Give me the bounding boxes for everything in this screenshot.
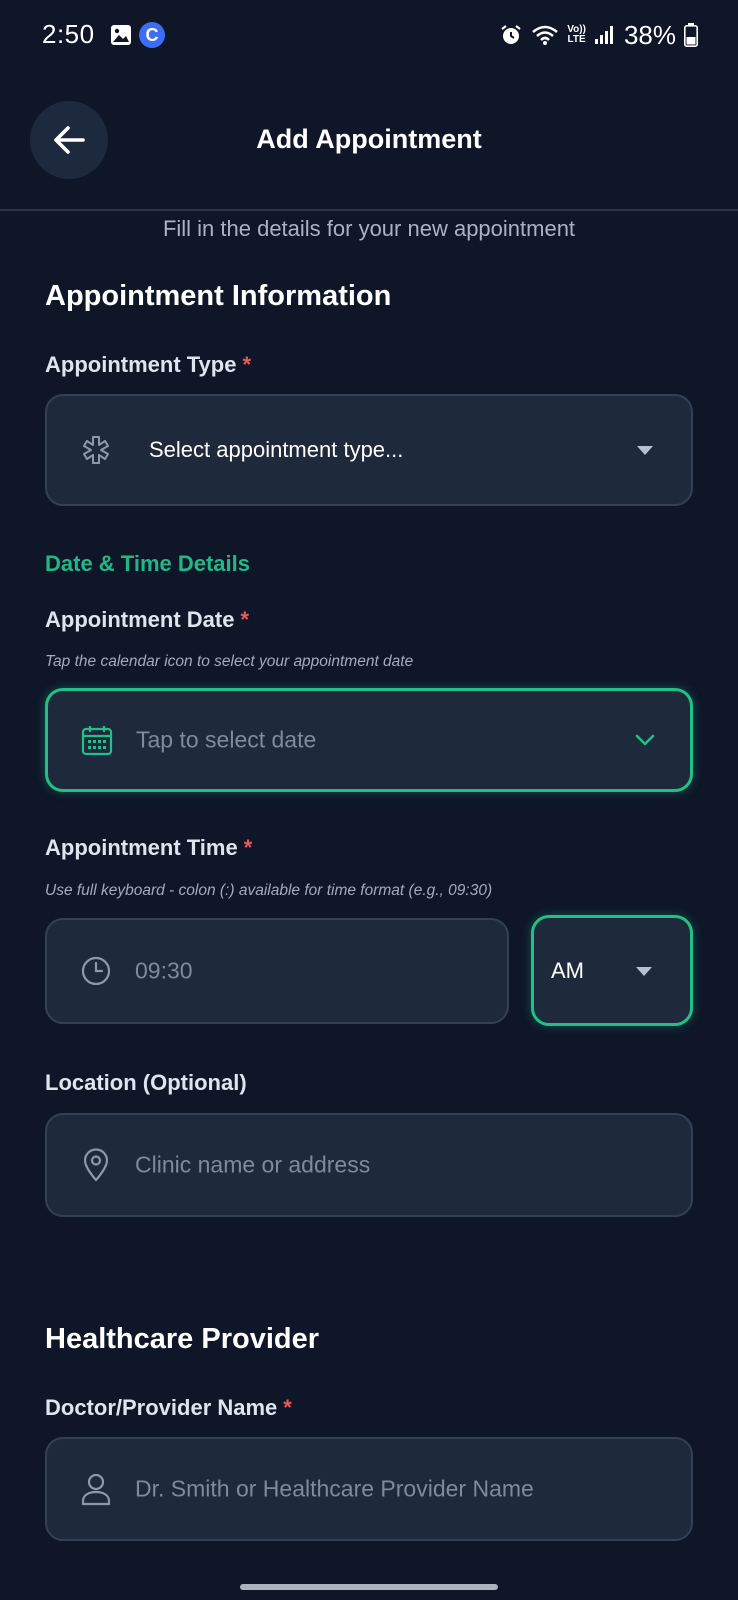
appointment-date-label: Appointment Date * <box>45 607 249 633</box>
user-icon <box>79 1472 113 1506</box>
location-label: Location (Optional) <box>45 1070 247 1095</box>
appointment-type-label-text: Appointment Type <box>45 352 237 377</box>
appointment-time-label: Appointment Time * <box>45 835 252 861</box>
alarm-icon <box>501 25 521 44</box>
required-mark: * <box>242 352 252 377</box>
required-mark: * <box>283 1395 292 1420</box>
page-subtitle: Fill in the details for your new appoint… <box>162 216 576 241</box>
healthcare-provider-title: Healthcare Provider <box>45 1323 320 1355</box>
lte-label: LTE <box>567 34 586 45</box>
page-title: Add Appointment <box>256 124 482 154</box>
location-input[interactable]: Clinic name or address <box>45 1113 693 1217</box>
appointment-type-value: Select appointment type... <box>149 437 404 462</box>
gallery-notification-icon <box>111 25 131 45</box>
required-mark: * <box>240 607 250 632</box>
signal-icon <box>594 26 613 44</box>
add-appointment-screen: 2:50 C Vo)) LTE 38% Add Appointment Fill… <box>0 0 738 1600</box>
chevron-down-icon <box>635 734 655 746</box>
battery-percent: 38% <box>623 19 676 50</box>
home-indicator[interactable] <box>240 1584 498 1590</box>
appointment-type-select[interactable]: Select appointment type... <box>45 394 693 506</box>
am-pm-value: AM <box>551 957 584 983</box>
appointment-date-label-text: Appointment Date <box>45 607 235 632</box>
calendar-icon <box>80 723 114 757</box>
map-pin-icon <box>79 1148 113 1182</box>
appointment-date-placeholder: Tap to select date <box>136 726 317 753</box>
caret-down-icon <box>637 446 653 455</box>
status-indicators: Vo)) LTE 38% <box>499 18 698 52</box>
wifi-icon <box>532 25 559 45</box>
am-pm-select[interactable]: AM <box>531 915 693 1026</box>
provider-name-input[interactable]: Dr. Smith or Healthcare Provider Name <box>45 1437 693 1541</box>
appointment-time-label-text: Appointment Time <box>45 835 238 860</box>
appointment-time-hint: Use full keyboard - colon (:) available … <box>45 882 493 899</box>
clock-icon <box>79 954 113 988</box>
location-placeholder: Clinic name or address <box>135 1151 371 1178</box>
caret-down-icon <box>636 966 652 976</box>
status-bar: 2:50 C Vo)) LTE 38% <box>0 0 738 70</box>
volte-indicator: Vo)) LTE <box>567 25 586 45</box>
appointment-date-picker[interactable]: Tap to select date <box>45 688 693 792</box>
status-time: 2:50 <box>42 19 95 49</box>
header-divider <box>0 209 738 211</box>
appointment-type-label: Appointment Type * <box>45 352 251 378</box>
app-notification-icon: C <box>139 22 165 48</box>
provider-name-placeholder: Dr. Smith or Healthcare Provider Name <box>135 1475 534 1502</box>
date-time-section-title: Date & Time Details <box>45 551 251 576</box>
required-mark: * <box>243 835 253 860</box>
battery-icon <box>684 23 698 47</box>
asterisk-icon <box>79 433 113 467</box>
appointment-info-title: Appointment Information <box>45 280 392 312</box>
appointment-time-input[interactable]: 09:30 <box>45 918 509 1024</box>
provider-name-label: Doctor/Provider Name * <box>45 1395 292 1421</box>
appointment-time-placeholder: 09:30 <box>135 957 193 984</box>
appointment-date-hint: Tap the calendar icon to select your app… <box>45 653 414 670</box>
provider-name-label-text: Doctor/Provider Name <box>45 1395 278 1420</box>
